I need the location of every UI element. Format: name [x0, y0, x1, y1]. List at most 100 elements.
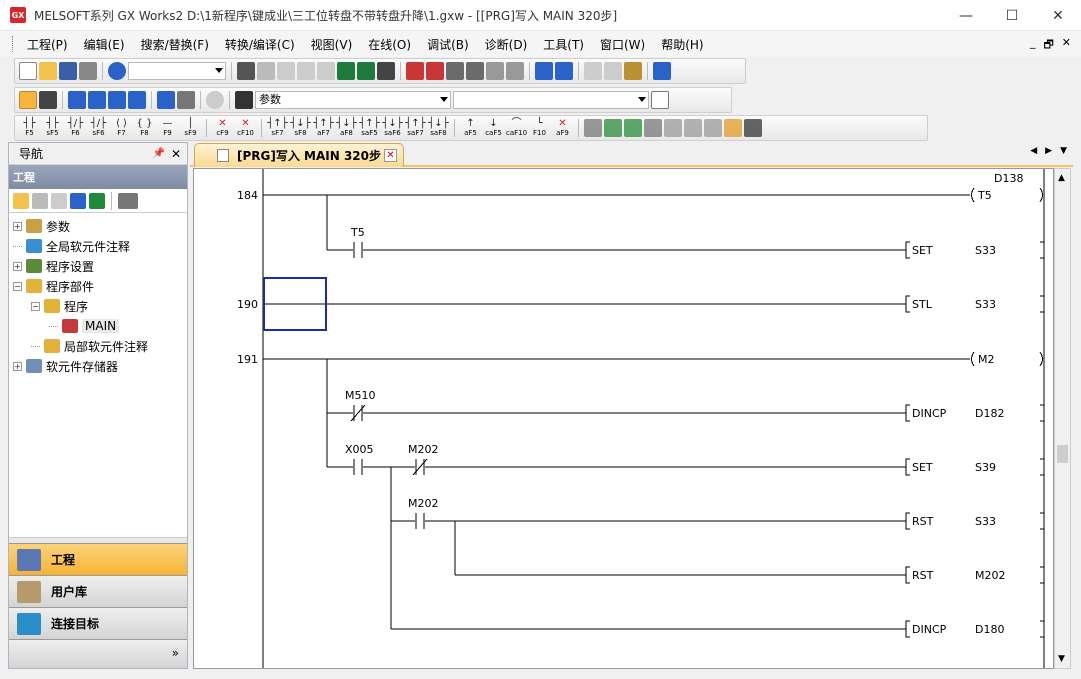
- tree-item-3[interactable]: − 程序部件: [13, 277, 94, 295]
- ladder-tool-sf7[interactable]: ┤↑├ sF7: [267, 118, 288, 138]
- refresh-icon[interactable]: [89, 192, 105, 209]
- parameter-combo[interactable]: 参数: [255, 91, 451, 109]
- nav-button-project[interactable]: 工程: [9, 543, 187, 575]
- ladder-tool-caf5[interactable]: ↓ caF5: [483, 118, 504, 138]
- nav-close-button[interactable]: ✕: [171, 147, 181, 161]
- help-circle-icon[interactable]: [206, 91, 224, 109]
- monitor-stop-icon[interactable]: [486, 62, 504, 80]
- watch-register-icon[interactable]: [604, 62, 622, 80]
- binoculars-search-icon[interactable]: [235, 91, 253, 109]
- menu-edit[interactable]: 编辑(E): [76, 36, 133, 53]
- write-to-plc-icon[interactable]: [406, 62, 424, 80]
- filter-icon[interactable]: [177, 91, 195, 109]
- contact-m510[interactable]: [350, 404, 366, 422]
- display-mode-icon[interactable]: [157, 91, 175, 109]
- copy-data-icon[interactable]: [32, 192, 48, 209]
- device-comment-icon[interactable]: [108, 91, 126, 109]
- ladder-tool-f8[interactable]: { } F8: [134, 118, 155, 138]
- help-icon[interactable]: [108, 62, 126, 80]
- tab-main-program[interactable]: [PRG]写入 MAIN 320步 ✕: [194, 143, 404, 167]
- print-icon[interactable]: [79, 62, 97, 80]
- zoom-icon[interactable]: [704, 119, 722, 137]
- ladder-tool-af9[interactable]: ✕ aF9: [552, 118, 573, 138]
- monitor-write-icon[interactable]: [724, 119, 742, 137]
- close-button[interactable]: ✕: [1035, 0, 1081, 31]
- window-list-icon[interactable]: [68, 91, 86, 109]
- device-test-icon[interactable]: [555, 62, 573, 80]
- menu-tool[interactable]: 工具(T): [535, 36, 592, 53]
- ladder-tool-f6[interactable]: ┤/├ F6: [65, 118, 86, 138]
- menu-debug[interactable]: 调试(B): [419, 36, 477, 53]
- device-list-icon[interactable]: [88, 91, 106, 109]
- online-monitor-icon[interactable]: [653, 62, 671, 80]
- watch-list-icon[interactable]: [624, 62, 642, 80]
- copy-icon[interactable]: [257, 62, 275, 80]
- menu-convert-compile[interactable]: 转换/编译(C): [217, 36, 303, 53]
- toolbar-combo-1[interactable]: [128, 62, 226, 80]
- tree-item-6[interactable]: 局部软元件注释: [31, 337, 148, 355]
- convert-icon[interactable]: [664, 119, 682, 137]
- menu-find-replace[interactable]: 搜索/替换(F): [133, 36, 217, 53]
- monitor-all-icon[interactable]: [506, 62, 524, 80]
- tab-list-icon[interactable]: ▼: [1060, 146, 1067, 156]
- ladder-tool-saf6[interactable]: ┤↓├ saF6: [382, 118, 403, 138]
- tree-expander-icon[interactable]: +: [13, 221, 22, 231]
- program-combo[interactable]: [453, 91, 649, 109]
- tree-item-4[interactable]: − 程序: [31, 297, 88, 315]
- chevron-right-icon[interactable]: »: [172, 646, 179, 660]
- tree-expander-icon[interactable]: −: [13, 281, 22, 291]
- mdi-minimize-button[interactable]: _: [1030, 36, 1036, 55]
- menu-project[interactable]: 工程(P): [19, 36, 76, 53]
- menu-online[interactable]: 在线(O): [360, 36, 419, 53]
- tree-expander-icon[interactable]: +: [13, 361, 22, 371]
- search-icon[interactable]: [744, 119, 762, 137]
- menu-diagnostics[interactable]: 诊断(D): [477, 36, 536, 53]
- device-batch-icon[interactable]: [535, 62, 553, 80]
- tab-close-button[interactable]: ✕: [384, 149, 397, 162]
- ladder-tool-cf9[interactable]: ✕ cF9: [212, 118, 233, 138]
- open-folder-icon[interactable]: [39, 62, 57, 80]
- pin-icon[interactable]: 📌: [153, 148, 165, 159]
- module-icon[interactable]: [39, 91, 57, 109]
- tree-expander-icon[interactable]: +: [13, 261, 22, 271]
- device-read-icon[interactable]: [357, 62, 375, 80]
- menubar-grip-icon[interactable]: [12, 36, 15, 52]
- maximize-button[interactable]: ☐: [989, 0, 1035, 31]
- paste-data-icon[interactable]: [51, 192, 67, 209]
- verify-icon[interactable]: [377, 62, 395, 80]
- contact-t5[interactable]: [353, 242, 363, 258]
- undo-icon[interactable]: [297, 62, 315, 80]
- ladder-tool-sf9[interactable]: │ sF9: [180, 118, 201, 138]
- device-write-icon[interactable]: [337, 62, 355, 80]
- inline-icon[interactable]: [584, 119, 602, 137]
- tree-expander-icon[interactable]: −: [31, 301, 40, 311]
- watch-icon[interactable]: [584, 62, 602, 80]
- compile-icon[interactable]: [684, 119, 702, 137]
- save-icon[interactable]: [59, 62, 77, 80]
- device-usage-icon[interactable]: [128, 91, 146, 109]
- property-icon[interactable]: [70, 192, 86, 209]
- ladder-tool-f9[interactable]: — F9: [157, 118, 178, 138]
- paste-icon[interactable]: [277, 62, 295, 80]
- ladder-tool-af5[interactable]: ↑ aF5: [460, 118, 481, 138]
- tree-item-5[interactable]: MAIN: [49, 317, 120, 335]
- ladder-tool-af8[interactable]: ┤↓├ aF8: [336, 118, 357, 138]
- minimize-button[interactable]: —: [943, 0, 989, 31]
- ladder-editor[interactable]: 184 190 191 T5 M510 X005 M202 M202 D138 …: [193, 168, 1054, 669]
- ladder-tool-f7[interactable]: ⟨ ⟩ F7: [111, 118, 132, 138]
- redo-icon[interactable]: [317, 62, 335, 80]
- tree-item-1[interactable]: 全局软元件注释: [13, 237, 130, 255]
- new-data-icon[interactable]: [13, 192, 29, 209]
- read-from-plc-icon[interactable]: [426, 62, 444, 80]
- tab-scroll-right-icon[interactable]: ▶: [1045, 146, 1052, 156]
- ladder-tool-af7[interactable]: ┤↑├ aF7: [313, 118, 334, 138]
- ladder-tool-saf8[interactable]: ┤↓├ saF8: [428, 118, 449, 138]
- contact-m202-no[interactable]: [415, 513, 425, 529]
- mdi-close-button[interactable]: ✕: [1062, 36, 1071, 55]
- ladder-tool-caf10[interactable]: ⌒ caF10: [506, 118, 527, 138]
- scroll-down-icon[interactable]: ▼: [1058, 654, 1065, 664]
- ladder-tool-cf10[interactable]: ✕ cF10: [235, 118, 256, 138]
- menu-view[interactable]: 视图(V): [303, 36, 361, 53]
- cut-icon[interactable]: [237, 62, 255, 80]
- comment-icon[interactable]: [604, 119, 622, 137]
